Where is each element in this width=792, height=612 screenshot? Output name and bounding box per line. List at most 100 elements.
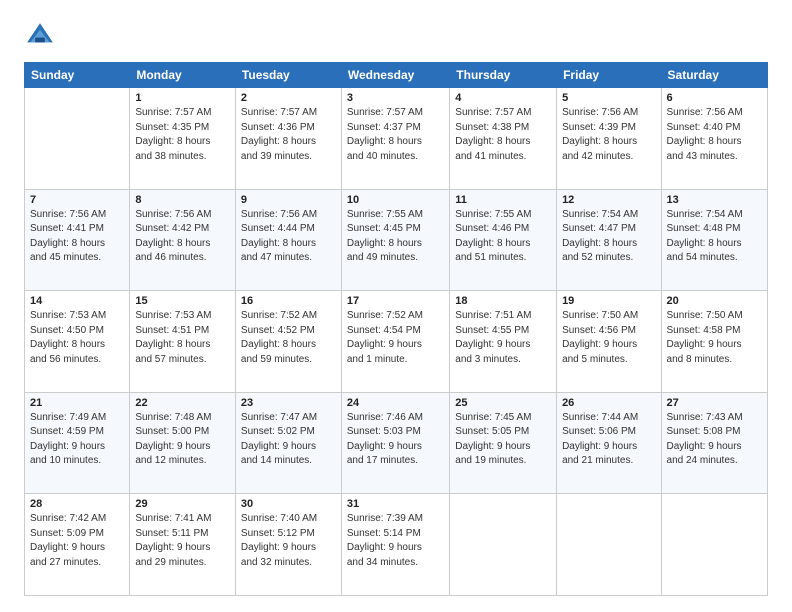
- calendar-cell: 27Sunrise: 7:43 AM Sunset: 5:08 PM Dayli…: [661, 392, 767, 494]
- calendar-cell: [450, 494, 557, 596]
- day-content: Sunrise: 7:45 AM Sunset: 5:05 PM Dayligh…: [455, 411, 551, 469]
- calendar-cell: [661, 494, 767, 596]
- calendar-cell: 16 Sunrise: 7:52 AM Sunset: 4:52 PM Dayli…: [235, 291, 341, 393]
- calendar-week-1: 1Sunrise: 7:57 AM Sunset: 4:35 PM Daylig…: [25, 88, 768, 190]
- day-number: 19: [562, 295, 655, 307]
- day-content: Sunrise: 7:51 AM Sunset: 4:55 PM Dayligh…: [455, 309, 551, 367]
- day-content: Sunrise: 7:50 AM Sunset: 4:56 PM Dayligh…: [562, 309, 655, 367]
- day-content: Sunrise: 7:56 AM Sunset: 4:44 PM Dayligh…: [241, 208, 336, 266]
- day-number: 17: [347, 295, 444, 307]
- day-number: 29: [135, 498, 230, 510]
- day-content: Sunrise: 7:57 AM Sunset: 4:37 PM Dayligh…: [347, 106, 444, 164]
- calendar-cell: 4 Sunrise: 7:57 AM Sunset: 4:38 PM Daylig…: [450, 88, 557, 190]
- calendar-cell: 2 Sunrise: 7:57 AM Sunset: 4:36 PM Daylig…: [235, 88, 341, 190]
- day-number: 16: [241, 295, 336, 307]
- calendar-cell: 19 Sunrise: 7:50 AM Sunset: 4:56 PM Dayli…: [557, 291, 661, 393]
- calendar-cell: 25 Sunrise: 7:45 AM Sunset: 5:05 PM Dayli…: [450, 392, 557, 494]
- calendar-cell: 3 Sunrise: 7:57 AM Sunset: 4:37 PM Daylig…: [341, 88, 449, 190]
- calendar-cell: 29 Sunrise: 7:41 AM Sunset: 5:11 PM Dayli…: [130, 494, 236, 596]
- day-content: Sunrise: 7:52 AM Sunset: 4:52 PM Dayligh…: [241, 309, 336, 367]
- day-content: Sunrise: 7:44 AM Sunset: 5:06 PM Dayligh…: [562, 411, 655, 469]
- day-content: Sunrise: 7:41 AM Sunset: 5:11 PM Dayligh…: [135, 512, 230, 570]
- day-content: Sunrise: 7:42 AM Sunset: 5:09 PM Dayligh…: [30, 512, 124, 570]
- day-content: Sunrise: 7:54 AM Sunset: 4:48 PM Dayligh…: [667, 208, 762, 266]
- day-number: 10: [347, 194, 444, 206]
- day-number: 13: [667, 194, 762, 206]
- header: [24, 20, 768, 52]
- day-content: Sunrise: 7:49 AM Sunset: 4:59 PM Dayligh…: [30, 411, 124, 469]
- calendar-cell: 17 Sunrise: 7:52 AM Sunset: 4:54 PM Dayli…: [341, 291, 449, 393]
- day-number: 7: [30, 194, 124, 206]
- calendar-cell: [25, 88, 130, 190]
- day-number: 30: [241, 498, 336, 510]
- day-number: 2: [241, 92, 336, 104]
- day-content: Sunrise: 7:53 AM Sunset: 4:51 PM Dayligh…: [135, 309, 230, 367]
- weekday-header-wednesday: Wednesday: [341, 63, 449, 88]
- weekday-header-saturday: Saturday: [661, 63, 767, 88]
- day-content: Sunrise: 7:52 AM Sunset: 4:54 PM Dayligh…: [347, 309, 444, 367]
- day-content: Sunrise: 7:56 AM Sunset: 4:39 PM Dayligh…: [562, 106, 655, 164]
- calendar-cell: 8 Sunrise: 7:56 AM Sunset: 4:42 PM Daylig…: [130, 189, 236, 291]
- day-number: 31: [347, 498, 444, 510]
- day-number: 20: [667, 295, 762, 307]
- calendar-cell: 31 Sunrise: 7:39 AM Sunset: 5:14 PM Dayli…: [341, 494, 449, 596]
- logo: [24, 20, 60, 52]
- calendar-cell: 24Sunrise: 7:46 AM Sunset: 5:03 PM Dayli…: [341, 392, 449, 494]
- calendar-week-2: 7Sunrise: 7:56 AM Sunset: 4:41 PM Daylig…: [25, 189, 768, 291]
- day-number: 4: [455, 92, 551, 104]
- day-number: 18: [455, 295, 551, 307]
- day-content: Sunrise: 7:40 AM Sunset: 5:12 PM Dayligh…: [241, 512, 336, 570]
- day-content: Sunrise: 7:46 AM Sunset: 5:03 PM Dayligh…: [347, 411, 444, 469]
- day-number: 12: [562, 194, 655, 206]
- day-number: 9: [241, 194, 336, 206]
- day-number: 28: [30, 498, 124, 510]
- day-content: Sunrise: 7:54 AM Sunset: 4:47 PM Dayligh…: [562, 208, 655, 266]
- weekday-header-friday: Friday: [557, 63, 661, 88]
- day-number: 25: [455, 397, 551, 409]
- calendar-cell: 1Sunrise: 7:57 AM Sunset: 4:35 PM Daylig…: [130, 88, 236, 190]
- day-number: 27: [667, 397, 762, 409]
- day-number: 11: [455, 194, 551, 206]
- calendar-cell: 11 Sunrise: 7:55 AM Sunset: 4:46 PM Dayli…: [450, 189, 557, 291]
- calendar-cell: 23 Sunrise: 7:47 AM Sunset: 5:02 PM Dayli…: [235, 392, 341, 494]
- day-content: Sunrise: 7:39 AM Sunset: 5:14 PM Dayligh…: [347, 512, 444, 570]
- weekday-header-tuesday: Tuesday: [235, 63, 341, 88]
- calendar-cell: 14 Sunrise: 7:53 AM Sunset: 4:50 PM Dayli…: [25, 291, 130, 393]
- calendar-week-3: 14 Sunrise: 7:53 AM Sunset: 4:50 PM Dayli…: [25, 291, 768, 393]
- calendar-cell: 9 Sunrise: 7:56 AM Sunset: 4:44 PM Daylig…: [235, 189, 341, 291]
- day-number: 8: [135, 194, 230, 206]
- calendar-cell: 12 Sunrise: 7:54 AM Sunset: 4:47 PM Dayli…: [557, 189, 661, 291]
- calendar-cell: 10 Sunrise: 7:55 AM Sunset: 4:45 PM Dayli…: [341, 189, 449, 291]
- day-content: Sunrise: 7:50 AM Sunset: 4:58 PM Dayligh…: [667, 309, 762, 367]
- calendar-week-5: 28 Sunrise: 7:42 AM Sunset: 5:09 PM Dayli…: [25, 494, 768, 596]
- day-number: 26: [562, 397, 655, 409]
- calendar-cell: 15 Sunrise: 7:53 AM Sunset: 4:51 PM Dayli…: [130, 291, 236, 393]
- day-content: Sunrise: 7:47 AM Sunset: 5:02 PM Dayligh…: [241, 411, 336, 469]
- calendar-cell: 6Sunrise: 7:56 AM Sunset: 4:40 PM Daylig…: [661, 88, 767, 190]
- calendar-cell: 21Sunrise: 7:49 AM Sunset: 4:59 PM Dayli…: [25, 392, 130, 494]
- calendar-cell: 20 Sunrise: 7:50 AM Sunset: 4:58 PM Dayli…: [661, 291, 767, 393]
- day-number: 3: [347, 92, 444, 104]
- calendar-week-4: 21Sunrise: 7:49 AM Sunset: 4:59 PM Dayli…: [25, 392, 768, 494]
- calendar-cell: 22Sunrise: 7:48 AM Sunset: 5:00 PM Dayli…: [130, 392, 236, 494]
- day-number: 23: [241, 397, 336, 409]
- day-number: 15: [135, 295, 230, 307]
- day-content: Sunrise: 7:57 AM Sunset: 4:38 PM Dayligh…: [455, 106, 551, 164]
- day-content: Sunrise: 7:57 AM Sunset: 4:36 PM Dayligh…: [241, 106, 336, 164]
- day-content: Sunrise: 7:55 AM Sunset: 4:45 PM Dayligh…: [347, 208, 444, 266]
- page: SundayMondayTuesdayWednesdayThursdayFrid…: [0, 0, 792, 612]
- logo-icon: [24, 20, 56, 52]
- weekday-header-monday: Monday: [130, 63, 236, 88]
- weekday-header-thursday: Thursday: [450, 63, 557, 88]
- calendar-cell: 28 Sunrise: 7:42 AM Sunset: 5:09 PM Dayli…: [25, 494, 130, 596]
- day-number: 14: [30, 295, 124, 307]
- day-content: Sunrise: 7:56 AM Sunset: 4:42 PM Dayligh…: [135, 208, 230, 266]
- weekday-header-row: SundayMondayTuesdayWednesdayThursdayFrid…: [25, 63, 768, 88]
- calendar-cell: [557, 494, 661, 596]
- day-content: Sunrise: 7:53 AM Sunset: 4:50 PM Dayligh…: [30, 309, 124, 367]
- calendar-table: SundayMondayTuesdayWednesdayThursdayFrid…: [24, 62, 768, 596]
- calendar-cell: 5Sunrise: 7:56 AM Sunset: 4:39 PM Daylig…: [557, 88, 661, 190]
- day-content: Sunrise: 7:56 AM Sunset: 4:40 PM Dayligh…: [667, 106, 762, 164]
- calendar-cell: 26 Sunrise: 7:44 AM Sunset: 5:06 PM Dayli…: [557, 392, 661, 494]
- day-content: Sunrise: 7:55 AM Sunset: 4:46 PM Dayligh…: [455, 208, 551, 266]
